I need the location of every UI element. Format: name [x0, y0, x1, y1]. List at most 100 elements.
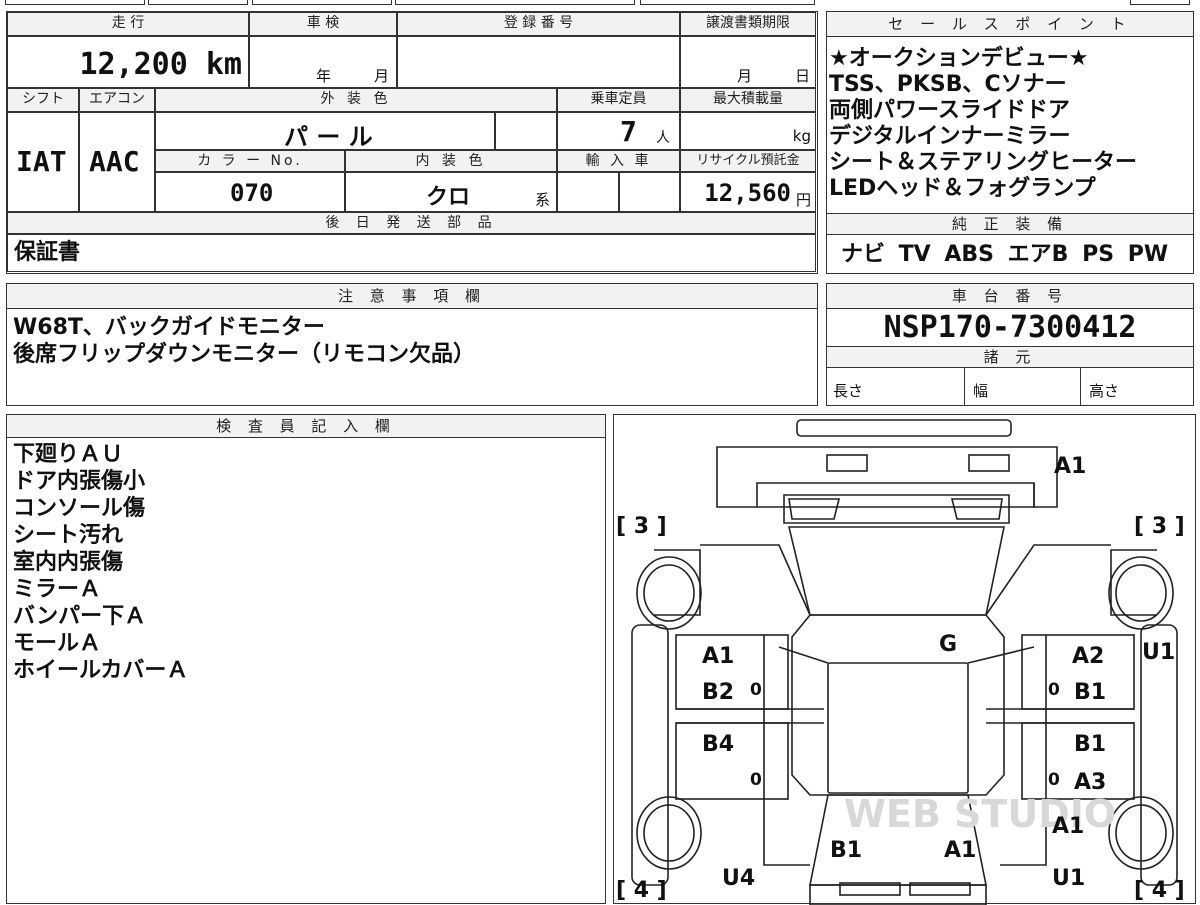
mark-rear-right-door-2: A3	[1074, 770, 1106, 795]
notes-line: W68T、バックガイドモニター	[13, 315, 325, 340]
exterior-value: パ ー ル	[284, 123, 373, 151]
vehicle-info-table: 走 行 車 検 登 録 番 号 譲渡書類期限 12,200 km 年 月 月 日…	[6, 11, 818, 274]
transfer-month: 月	[737, 67, 753, 85]
mark-zero: 0	[1048, 770, 1060, 790]
chassis-label: 車 台 番 号	[827, 284, 1193, 309]
mark-rear-left: B1	[830, 838, 862, 863]
inspector-line: バンパー下Ａ	[13, 604, 147, 629]
sales-point-line: ★オークションデビュー★	[829, 46, 1089, 71]
inspector-line: ドア内張傷小	[13, 469, 146, 494]
specs-height-label: 高さ	[1089, 382, 1120, 400]
later-parts-value: 保証書	[14, 240, 81, 265]
specs-label: 諸 元	[827, 346, 1193, 368]
specs-height: 高さ	[1081, 368, 1193, 405]
mark-front-right-door: A2	[1072, 644, 1104, 669]
recycle-value: 12,560	[704, 179, 791, 207]
color-no-value: 070	[230, 179, 274, 207]
mark-zero: 0	[1048, 680, 1060, 700]
mark-zero: 0	[750, 770, 762, 790]
shift-label: シフト	[7, 88, 79, 112]
inspector-line: ミラーＡ	[13, 577, 102, 602]
mark-rear-right-wheel: U1	[1052, 866, 1085, 891]
later-parts-label: 後 日 発 送 部 品	[7, 212, 816, 234]
sales-points-list: ★オークションデビュー★ TSS、PKSB、Cソナー 両側パワースライドドア デ…	[829, 46, 1137, 202]
inspection-label: 車 検	[249, 12, 397, 36]
inspector-line: 室内内張傷	[13, 550, 124, 575]
maxload-label: 最大積載量	[680, 88, 816, 112]
inspector-list: 下廻りＡＵ ドア内張傷小 コンソール傷 シート汚れ 室内内張傷 ミラーＡ バンパ…	[13, 441, 188, 684]
exterior-label: 外 装 色	[155, 88, 557, 112]
transfer-label: 譲渡書類期限	[680, 12, 816, 36]
ac-value: AAC	[89, 145, 140, 178]
top-cutoff-strip	[0, 0, 1200, 6]
transfer-value-cell: 月 日	[680, 36, 816, 88]
chassis-value: NSP170-7300412	[883, 310, 1137, 345]
color-no-value-cell: 070	[155, 172, 345, 212]
mark-rear-right-quarter: A1	[1052, 814, 1084, 839]
registration-value-cell	[397, 36, 680, 88]
mark-windshield: G	[939, 632, 957, 657]
interior-value: クロ	[426, 185, 471, 210]
mark-rear-right: A1	[944, 838, 976, 863]
import-label: 輸 入 車	[557, 150, 680, 172]
mark-right-side: U1	[1142, 640, 1175, 665]
shift-value: IAT	[16, 145, 67, 178]
maxload-value-cell: kg	[680, 112, 816, 150]
inspector-label: 検 査 員 記 入 欄	[7, 415, 605, 438]
car-diagram: WEB STUDIO [ 3 ] [ 3 ] [ 4 ] [ 4 ] A1 G …	[616, 419, 1185, 905]
maxload-unit: kg	[792, 127, 811, 145]
exterior-value-cell: パ ー ル	[155, 112, 495, 151]
mark-front-bumper: A1	[1054, 454, 1086, 479]
mark-rear-right-door: B1	[1074, 732, 1106, 757]
inspector-line: ホイールカバーＡ	[13, 658, 189, 683]
shift-value-cell: IAT	[7, 112, 79, 212]
inspection-value-cell: 年 月	[249, 36, 397, 88]
later-parts-value-cell: 保証書	[7, 234, 816, 272]
color-no-label: カ ラ ー No.	[155, 150, 345, 172]
registration-label: 登 録 番 号	[397, 12, 680, 36]
import-value-cell	[557, 172, 619, 212]
specs-length: 長さ	[827, 368, 965, 405]
sales-point-line: シート＆ステアリングヒーター	[829, 150, 1138, 175]
sales-point-line: TSS、PKSB、Cソナー	[829, 72, 1067, 97]
inspector-line: 下廻りＡＵ	[13, 442, 124, 467]
sales-points-panel: セ ー ル ス ポ イ ン ト ★オークションデビュー★ TSS、PKSB、Cソ…	[826, 11, 1194, 274]
capacity-value: 7	[620, 115, 637, 148]
mark-rear-left-door: B4	[702, 732, 734, 757]
exterior-extra-cell	[495, 112, 557, 150]
transfer-day: 日	[795, 67, 811, 85]
specs-width: 幅	[965, 368, 1081, 405]
interior-suffix: 系	[534, 191, 550, 209]
mileage-value-cell: 12,200 km	[7, 36, 249, 88]
recycle-label: リサイクル預託金	[680, 150, 816, 172]
notes-line: 後席フリップダウンモニター（リモコン欠品）	[13, 342, 476, 367]
sales-point-line: デジタルインナーミラー	[829, 124, 1071, 149]
interior-value-cell: クロ 系	[345, 172, 557, 212]
recycle-value-cell: 12,560 円	[680, 172, 816, 212]
specs-length-label: 長さ	[833, 382, 864, 400]
inspection-month: 月	[374, 67, 390, 85]
mileage-value: 12,200 km	[79, 47, 242, 82]
mark-front-left-door-2: B2	[702, 680, 734, 705]
mark-front-left-door: A1	[702, 644, 734, 669]
capacity-value-cell: 7 人	[557, 112, 680, 150]
genuine-equipment-label: 純 正 装 備	[827, 213, 1193, 235]
bracket-bottom-right: [ 4 ]	[1134, 878, 1185, 903]
mark-front-right-door-2: B1	[1074, 680, 1106, 705]
inspection-year: 年	[316, 67, 332, 85]
bracket-top-left: [ 3 ]	[616, 514, 667, 539]
capacity-unit: 人	[656, 130, 670, 146]
genuine-equipment-value: ナビ TV ABS エアB PS PW	[841, 242, 1169, 267]
inspector-line: シート汚れ	[13, 523, 124, 548]
recycle-unit: 円	[795, 191, 811, 209]
mark-zero: 0	[750, 680, 762, 700]
specs-width-label: 幅	[973, 382, 989, 400]
notes-panel: 注 意 事 項 欄 W68T、バックガイドモニター 後席フリップダウンモニター（…	[6, 283, 818, 406]
inspector-line: モールＡ	[13, 631, 102, 656]
chassis-panel: 車 台 番 号 NSP170-7300412 諸 元 長さ 幅 高さ	[826, 283, 1194, 406]
sales-point-line: 両側パワースライドドア	[829, 98, 1070, 123]
import-value-cell-2	[619, 172, 680, 212]
interior-label: 内 装 色	[345, 150, 557, 172]
bracket-top-right: [ 3 ]	[1134, 514, 1185, 539]
car-diagram-panel: WEB STUDIO [ 3 ] [ 3 ] [ 4 ] [ 4 ] A1 G …	[613, 414, 1196, 905]
